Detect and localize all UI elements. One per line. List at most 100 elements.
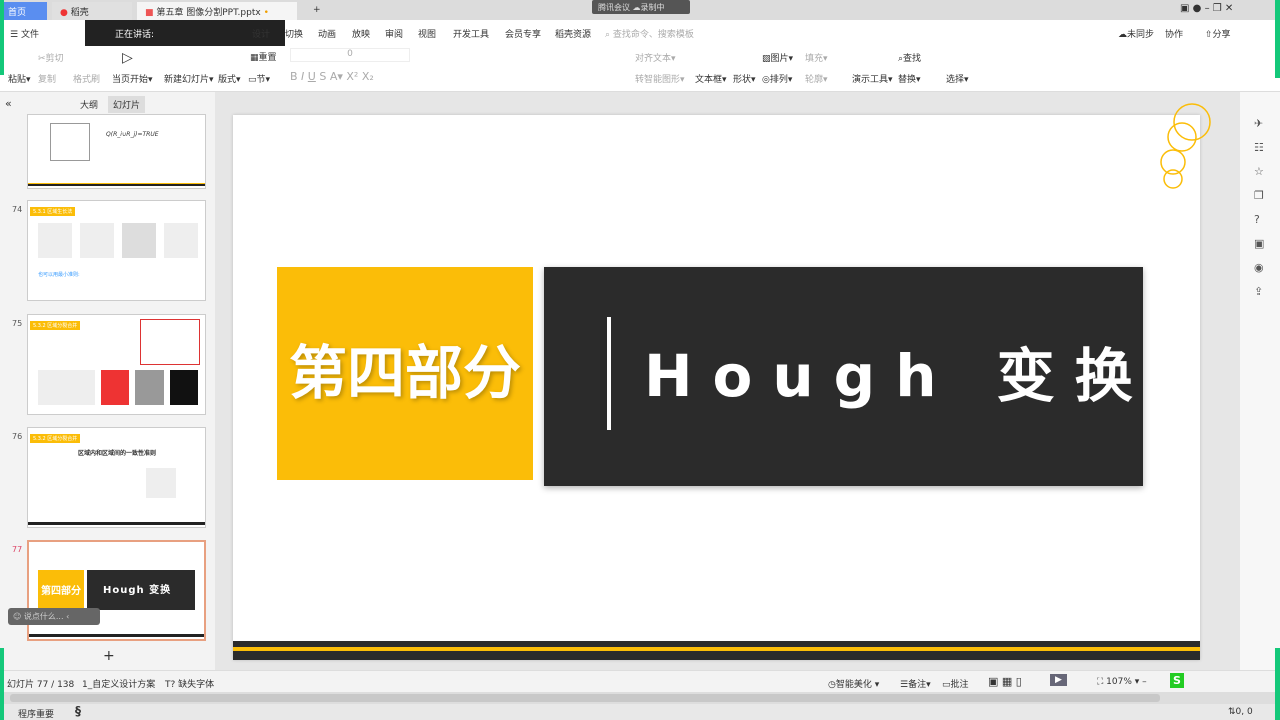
thumb-heading: 区域内和区域间的一致性准则	[78, 450, 157, 457]
taskbar-app[interactable]: 程序重要	[18, 707, 54, 720]
status-bar: 幻灯片 77 / 138 1_自定义设计方案 T? 缺失字体 ◷智能美化 ▾ ☰…	[0, 670, 1280, 692]
minimize-icon[interactable]: –	[1205, 3, 1210, 14]
shape-button[interactable]: 形状▾	[733, 72, 756, 85]
share-icon[interactable]: ⇪	[1254, 280, 1280, 304]
tab-slides[interactable]: 幻灯片	[108, 96, 146, 113]
sync-status[interactable]: ☁未同步	[1118, 27, 1154, 40]
menu-daoke-resources[interactable]: 稻壳资源	[555, 27, 591, 40]
select-button[interactable]: 选择▾	[946, 72, 969, 85]
menu-view[interactable]: 视图	[418, 27, 436, 40]
theme-name[interactable]: 1_自定义设计方案	[82, 677, 155, 690]
menu-member[interactable]: 会员专享	[505, 27, 541, 40]
meeting-indicator[interactable]: 腾讯会议 ☁录制中	[592, 0, 690, 14]
slideshow-button[interactable]: ▶	[1050, 674, 1067, 686]
layout-button[interactable]: 版式▾	[218, 72, 241, 85]
slide-thumbnail-77[interactable]: 第四部分 Hough 变换	[27, 540, 206, 641]
share-button[interactable]: ⇧分享	[1205, 27, 1231, 40]
divider-bar	[607, 317, 611, 430]
section-button[interactable]: ▭节▾	[248, 72, 270, 85]
daoke-icon: ●	[60, 8, 68, 18]
menu-file[interactable]: ☰ 文件	[10, 27, 39, 40]
slide-thumbnail-76[interactable]: 5.3.2 区域分裂合并 区域内和区域间的一致性准则	[27, 427, 206, 528]
format-painter-button[interactable]: 格式刷	[73, 72, 100, 85]
add-slide-button[interactable]: +	[103, 648, 115, 664]
view-buttons[interactable]: ▣ ▦ ▯	[988, 675, 1022, 688]
tab-daoke[interactable]: ● 稻壳	[52, 2, 132, 20]
menu-review[interactable]: 审阅	[385, 27, 403, 40]
notes-button[interactable]: ☰备注▾	[900, 677, 931, 690]
smart-art-button[interactable]: 转智能图形▾	[635, 72, 685, 85]
picture-button[interactable]: ▨图片▾	[762, 51, 793, 64]
footer-bar	[233, 641, 1200, 660]
search-command[interactable]: ⌕ 查找命令、搜索模板	[605, 27, 694, 40]
slide-number: 77	[12, 545, 23, 554]
slide-number: 76	[12, 432, 23, 441]
rocket-icon[interactable]: ✈	[1254, 112, 1280, 136]
section-title: 第四部分	[288, 339, 521, 407]
right-sidebar: ✈ ☷ ☆ ❐? ▣ ◉ ⇪	[1240, 92, 1280, 670]
slide-panel: « 大纲 幻灯片 Q(R_i∪R_j)=TRUE 74 5.3.1 区域生长法 …	[0, 92, 215, 670]
tab-home[interactable]: 首页	[0, 2, 47, 20]
menu-transition[interactable]: 切换	[285, 27, 303, 40]
star-icon[interactable]: ☆	[1254, 160, 1280, 184]
collapse-panel-button[interactable]: «	[5, 97, 12, 110]
missing-font-button[interactable]: T? 缺失字体	[165, 677, 214, 690]
tab-document[interactable]: ■ 第五章 图像分割PPT.pptx •	[137, 2, 297, 20]
slide-thumbnail-75[interactable]: 5.3.2 区域分裂合并	[27, 314, 206, 415]
paste-button[interactable]: 粘贴▾	[8, 72, 31, 85]
slide-thumbnail-74[interactable]: 5.3.1 区域生长法 也可以用最小准则:	[27, 200, 206, 301]
comment-box[interactable]: ☺ 说点什么... ‹	[8, 608, 100, 625]
font-style-buttons[interactable]: B I U S A▾ X² X₂	[290, 70, 374, 83]
ime-icon[interactable]: S	[1170, 673, 1184, 688]
avatar[interactable]: ●	[1193, 3, 1202, 14]
border-decoration	[0, 648, 4, 720]
play-current-button[interactable]: 当页开始▾	[112, 72, 153, 85]
fill-button[interactable]: 填充▾	[805, 51, 828, 64]
settings-icon[interactable]: ☷	[1254, 136, 1280, 160]
tab-outline[interactable]: 大纲	[80, 98, 98, 111]
replace-button[interactable]: 替换▾	[898, 72, 921, 85]
restore-icon[interactable]: ❐	[1213, 3, 1222, 14]
border-decoration	[1275, 648, 1280, 720]
border-decoration	[0, 0, 4, 75]
app-logo-icon[interactable]: §	[75, 704, 81, 718]
cut-button[interactable]: ✂剪切	[38, 51, 64, 64]
arrange-button[interactable]: ◎排列▾	[762, 72, 792, 85]
menu-design[interactable]: 设计	[252, 27, 270, 40]
collab-button[interactable]: 协作	[1165, 27, 1183, 40]
thumb-text: 也可以用最小准则:	[38, 272, 80, 278]
menu-developer[interactable]: 开发工具	[453, 27, 489, 40]
play-icon[interactable]: ▷	[122, 50, 133, 66]
find-button[interactable]: ⌕查找	[898, 51, 921, 64]
comments-button[interactable]: ▭批注	[942, 677, 969, 690]
menu-animation[interactable]: 动画	[318, 27, 336, 40]
location-icon[interactable]: ◉	[1254, 256, 1280, 280]
horizontal-scrollbar[interactable]	[0, 692, 1280, 704]
outline-button[interactable]: 轮廓▾	[805, 72, 828, 85]
slide-number: 74	[12, 205, 23, 214]
new-slide-button[interactable]: 新建幻灯片▾	[164, 72, 214, 85]
new-tab-button[interactable]: +	[305, 2, 329, 20]
window-controls: ▣ ● – ❐ ✕	[1180, 3, 1233, 14]
slide-count: 幻灯片 77 / 138	[7, 680, 75, 690]
close-icon[interactable]: ✕	[1225, 3, 1233, 14]
layout-icon[interactable]: ▣	[1180, 3, 1189, 14]
section-title-box: 第四部分	[277, 267, 533, 480]
slide[interactable]: 第四部分 Hough 变换	[233, 103, 1211, 660]
copy-icon[interactable]: ❐	[1254, 184, 1280, 208]
zoom-level[interactable]: ⛶ 107% ▾ –	[1097, 677, 1147, 687]
text-box-button[interactable]: 文本框▾	[695, 72, 727, 85]
slide-thumbnail-73[interactable]: Q(R_i∪R_j)=TRUE	[27, 114, 206, 189]
image-icon[interactable]: ▣	[1254, 232, 1280, 256]
reset-button[interactable]: ▦重置	[250, 50, 277, 63]
beautify-button[interactable]: ◷智能美化 ▾	[828, 677, 879, 690]
scroll-thumb[interactable]	[10, 694, 1160, 702]
present-tools-button[interactable]: 演示工具▾	[852, 72, 893, 85]
thumb-title: 5.3.2 区域分裂合并	[30, 434, 81, 443]
menu-slideshow[interactable]: 放映	[352, 27, 370, 40]
help-icon[interactable]: ?	[1254, 208, 1280, 232]
align-text-button[interactable]: 对齐文本▾	[635, 51, 676, 64]
font-size-select[interactable]: 0	[290, 48, 410, 62]
tab-label: 稻壳	[70, 8, 89, 18]
copy-button[interactable]: 复制	[38, 72, 56, 85]
